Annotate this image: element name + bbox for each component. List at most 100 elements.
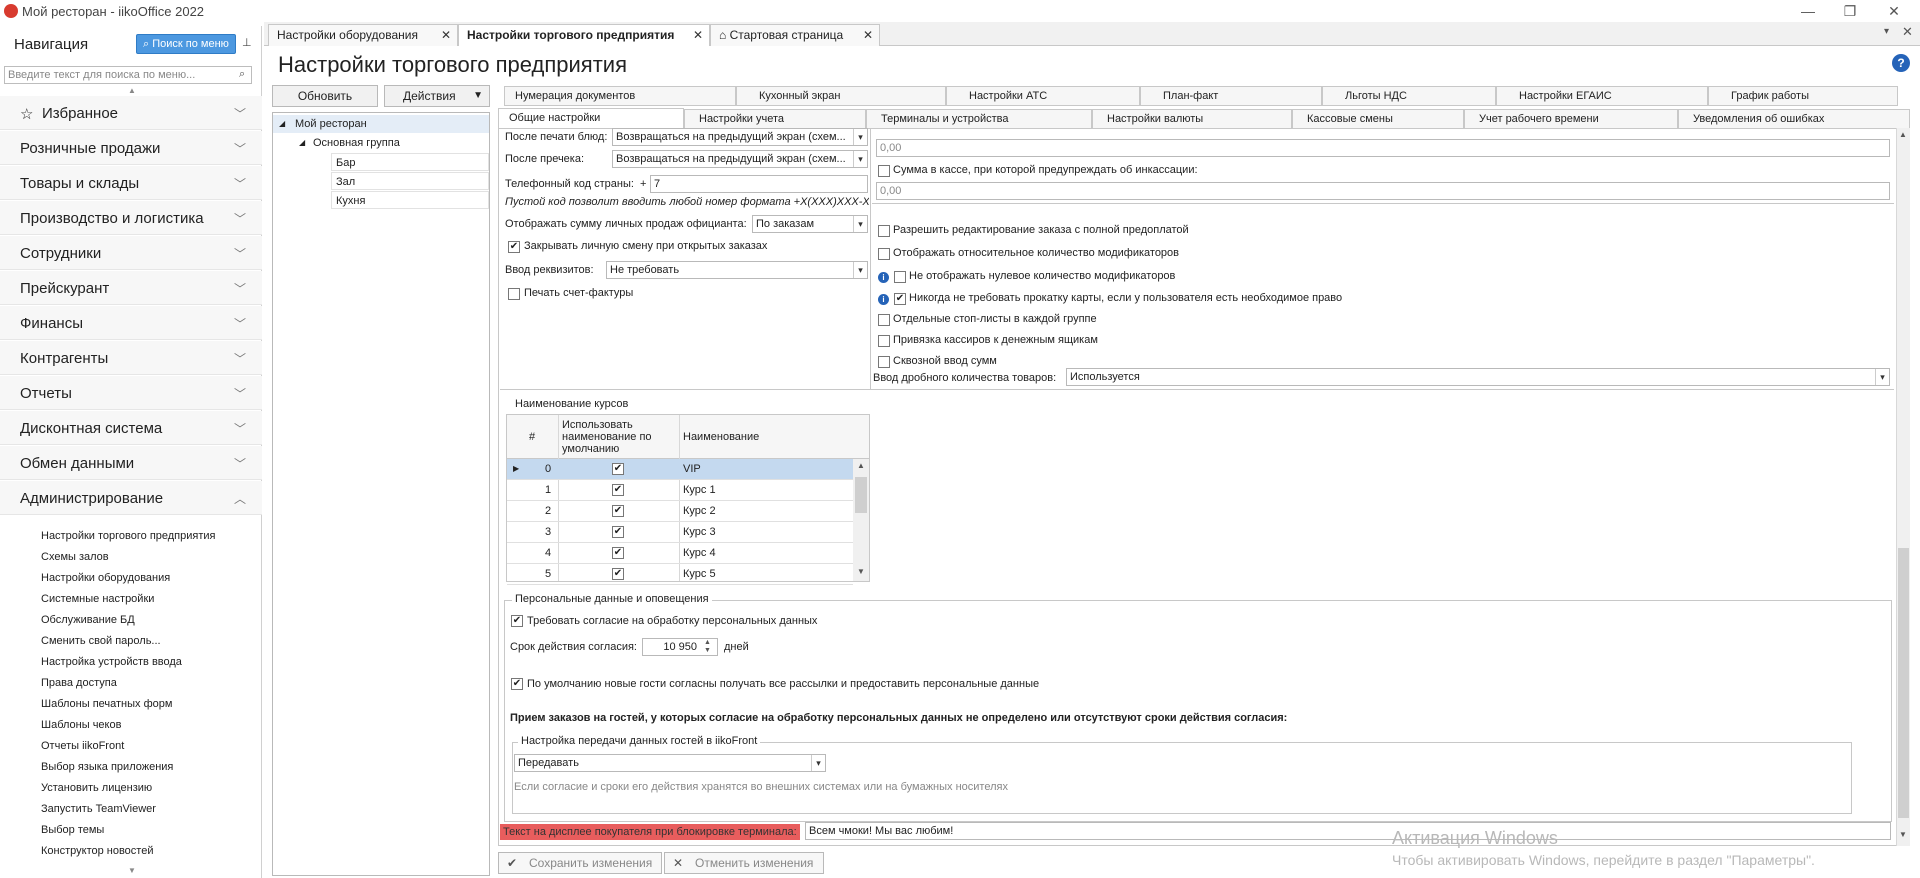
nav-section[interactable]: Финансы ﹀ — [0, 306, 262, 340]
phone-code-input[interactable]: 7 — [650, 175, 868, 193]
grid-scrollbar[interactable]: ▲ ▼ — [853, 459, 869, 581]
scroll-up-icon[interactable]: ▲ — [128, 86, 136, 95]
close-tab-icon[interactable]: ✕ — [863, 25, 873, 45]
tab-start-page[interactable]: ⌂ Стартовая страница ✕ — [710, 24, 880, 46]
option-checkbox[interactable] — [878, 314, 890, 326]
settings-tab[interactable]: Терминалы и устройства — [866, 109, 1092, 129]
default-name-checkbox[interactable]: ✔ — [612, 526, 624, 538]
close-tab-icon[interactable]: ✕ — [441, 25, 451, 45]
table-row[interactable]: 2 ✔ Курс 2 — [507, 501, 853, 522]
tree-node-root[interactable]: ◢ Мой ресторан — [273, 115, 489, 133]
close-all-icon[interactable]: ✕ — [1902, 24, 1913, 40]
nav-admin-item[interactable]: Выбор языка приложения — [41, 761, 173, 773]
settings-tab[interactable]: Учет рабочего времени — [1464, 109, 1678, 129]
default-name-checkbox[interactable]: ✔ — [612, 568, 624, 580]
nav-admin-item[interactable]: Настройка устройств ввода — [41, 656, 182, 668]
table-row[interactable]: 3 ✔ Курс 3 — [507, 522, 853, 543]
save-button[interactable]: ✔ Сохранить изменения — [498, 852, 662, 874]
nav-admin-item[interactable]: Права доступа — [41, 677, 117, 689]
tab-enterprise-settings[interactable]: Настройки торгового предприятия ✕ — [458, 24, 710, 46]
tab-equipment-settings[interactable]: Настройки оборудования ✕ — [268, 24, 458, 46]
after-precheck-select[interactable]: Возвращаться на предыдущий экран (схем..… — [612, 150, 868, 168]
tree-node-bar[interactable]: Бар — [331, 153, 489, 171]
minimize-icon[interactable]: — — [1790, 2, 1826, 20]
nav-section[interactable]: Прейскурант ﹀ — [0, 271, 262, 305]
settings-tab[interactable]: График работы — [1708, 86, 1898, 106]
requisites-select[interactable]: Не требовать ▾ — [606, 261, 868, 279]
settings-tab[interactable]: Настройки ЕГАИС — [1496, 86, 1708, 106]
close-tab-icon[interactable]: ✕ — [693, 25, 703, 45]
collapse-icon[interactable]: ◢ — [299, 134, 305, 152]
option-checkbox[interactable] — [894, 271, 906, 283]
tree-node-group[interactable]: ◢ Основная группа — [273, 134, 489, 152]
settings-tab[interactable]: Нумерация документов — [504, 86, 736, 106]
settings-tab[interactable]: План-факт — [1140, 86, 1322, 106]
menu-search-button[interactable]: ⌕ Поиск по меню — [136, 34, 236, 54]
nav-section[interactable]: Администрирование ︿ — [0, 481, 262, 515]
table-row[interactable]: 1 ✔ Курс 1 — [507, 480, 853, 501]
fractional-select[interactable]: Используется ▾ — [1066, 368, 1890, 386]
option-checkbox[interactable] — [878, 248, 890, 260]
lock-text-input[interactable]: Всем чмоки! Мы вас любим! — [805, 822, 1891, 840]
nav-section[interactable]: Сотрудники ﹀ — [0, 236, 262, 270]
nav-admin-item[interactable]: Установить лицензию — [41, 782, 152, 794]
cash-warn-checkbox[interactable] — [878, 165, 890, 177]
maximize-icon[interactable]: ❐ — [1832, 2, 1868, 20]
nav-admin-item[interactable]: Системные настройки — [41, 593, 154, 605]
option-checkbox[interactable] — [878, 335, 890, 347]
info-icon[interactable]: i — [878, 294, 889, 305]
help-icon[interactable]: ? — [1892, 54, 1910, 72]
settings-tab[interactable]: Настройки АТС — [946, 86, 1140, 106]
nav-search-input[interactable]: Введите текст для поиска по меню... — [4, 66, 252, 84]
nav-admin-item[interactable]: Схемы залов — [41, 551, 109, 563]
tree-node-kitchen[interactable]: Кухня — [331, 191, 489, 209]
transfer-select[interactable]: Передавать ▾ — [514, 754, 826, 772]
nav-section[interactable]: Дисконтная система ﹀ — [0, 411, 262, 445]
nav-section[interactable]: Отчеты ﹀ — [0, 376, 262, 410]
after-dish-print-select[interactable]: Возвращаться на предыдущий экран (схем..… — [612, 128, 868, 146]
nav-admin-item[interactable]: Выбор темы — [41, 824, 104, 836]
option-checkbox[interactable] — [878, 356, 890, 368]
settings-tab[interactable]: Настройки учета — [684, 109, 866, 129]
option-checkbox[interactable] — [878, 225, 890, 237]
settings-tab[interactable]: Кассовые смены — [1292, 109, 1464, 129]
amount-input[interactable]: 0,00 — [876, 139, 1890, 157]
close-shift-checkbox[interactable]: ✔ — [508, 241, 520, 253]
nav-admin-item[interactable]: Обслуживание БД — [41, 614, 135, 626]
waiter-sales-select[interactable]: По заказам ▾ — [752, 215, 868, 233]
settings-tab[interactable]: Уведомления об ошибках — [1678, 109, 1910, 129]
actions-button[interactable]: Действия ▼ — [384, 85, 490, 107]
settings-tab[interactable]: Кухонный экран — [736, 86, 946, 106]
default-name-checkbox[interactable]: ✔ — [612, 547, 624, 559]
tabs-dropdown-icon[interactable]: ▾ — [1884, 26, 1889, 37]
close-icon[interactable]: ✕ — [1876, 2, 1912, 20]
nav-section[interactable]: Розничные продажи ﹀ — [0, 131, 262, 165]
refresh-button[interactable]: Обновить — [272, 85, 378, 107]
invoice-checkbox[interactable] — [508, 288, 520, 300]
collapse-icon[interactable]: ◢ — [279, 115, 285, 133]
nav-admin-item[interactable]: Отчеты iikoFront — [41, 740, 124, 752]
default-name-checkbox[interactable]: ✔ — [612, 484, 624, 496]
nav-admin-item[interactable]: Шаблоны чеков — [41, 719, 121, 731]
require-consent-checkbox[interactable]: ✔ — [511, 615, 523, 627]
nav-admin-item[interactable]: Конструктор новостей — [41, 845, 153, 857]
nav-section[interactable]: Контрагенты ﹀ — [0, 341, 262, 375]
default-consent-checkbox[interactable]: ✔ — [511, 678, 523, 690]
settings-tab[interactable]: Льготы НДС — [1322, 86, 1496, 106]
main-scrollbar[interactable]: ▲ ▼ — [1896, 128, 1910, 846]
nav-admin-item[interactable]: Настройки оборудования — [41, 572, 170, 584]
nav-admin-item[interactable]: Запустить TeamViewer — [41, 803, 156, 815]
cancel-button[interactable]: ✕ Отменить изменения — [664, 852, 824, 874]
nav-admin-item[interactable]: Сменить свой пароль... — [41, 635, 161, 647]
nav-section[interactable]: Обмен данными ﹀ — [0, 446, 262, 480]
nav-admin-item[interactable]: Настройки торгового предприятия — [41, 530, 216, 542]
nav-section[interactable]: Производство и логистика ﹀ — [0, 201, 262, 235]
spinner-icon[interactable]: ▲ ▼ — [704, 639, 711, 655]
default-name-checkbox[interactable]: ✔ — [612, 505, 624, 517]
table-row[interactable]: 4 ✔ Курс 4 — [507, 543, 853, 564]
nav-section[interactable]: Товары и склады ﹀ — [0, 166, 262, 200]
pin-icon[interactable]: ⊥ — [242, 36, 254, 50]
default-name-checkbox[interactable]: ✔ — [612, 463, 624, 475]
nav-admin-item[interactable]: Шаблоны печатных форм — [41, 698, 172, 710]
search-icon[interactable]: ⌕ — [239, 68, 251, 80]
